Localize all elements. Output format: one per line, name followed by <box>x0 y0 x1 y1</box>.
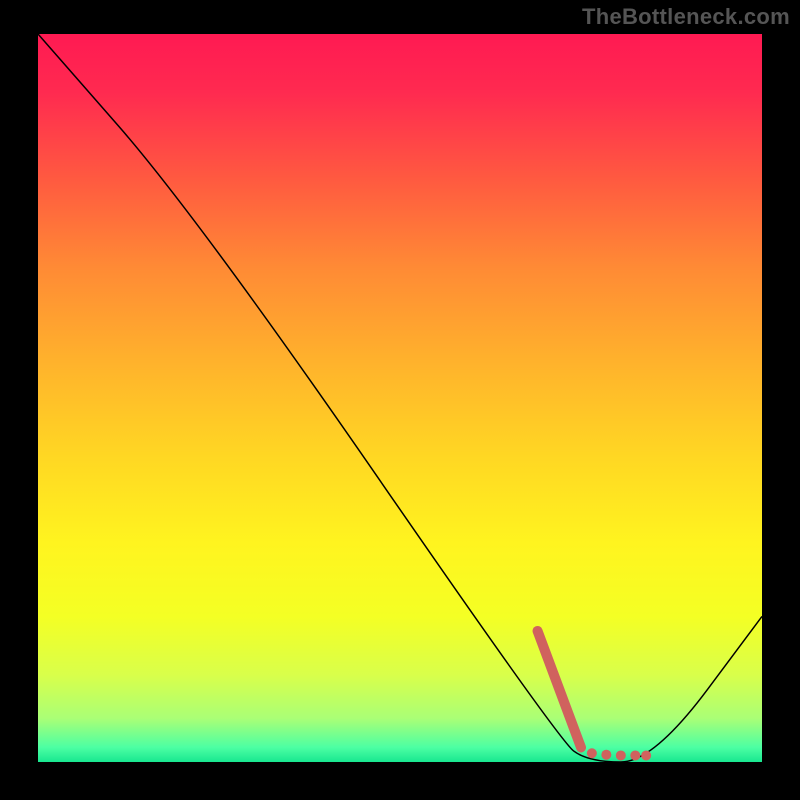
highlight-dot <box>616 750 626 760</box>
highlight-dot <box>641 750 651 760</box>
highlight-dot <box>601 750 611 760</box>
watermark: TheBottleneck.com <box>582 4 790 30</box>
highlight-dot <box>587 748 597 758</box>
chart-frame: TheBottleneck.com <box>0 0 800 800</box>
highlight-dot <box>630 750 640 760</box>
chart-gradient-background <box>38 34 762 762</box>
bottleneck-chart <box>0 0 800 800</box>
